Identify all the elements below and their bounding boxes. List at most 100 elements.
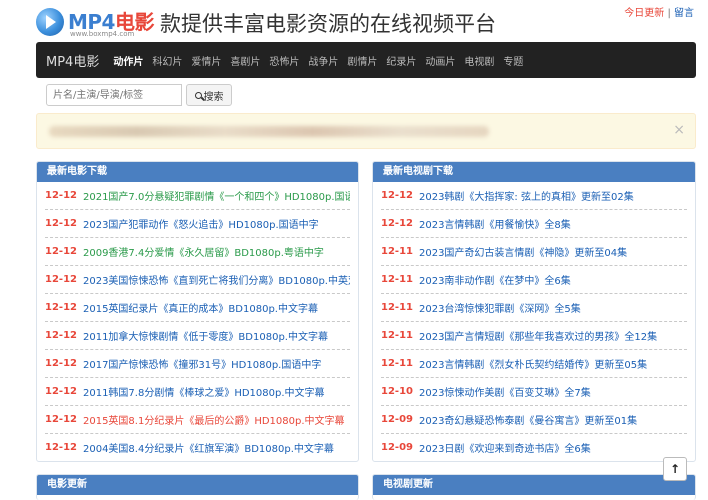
list-item[interactable]: 12-12 2004美国8.4分纪录片《红旗军演》BD1080p.中文字幕 (45, 434, 350, 461)
item-date: 12-12 (45, 386, 77, 397)
item-title-link[interactable]: 2011韩国7.8分剧情《棒球之爱》HD1080p.中文字幕 (83, 384, 325, 399)
list-item[interactable]: 12-09 2023奇幻悬疑恐怖泰剧《曼谷寓言》更新至01集 (381, 406, 687, 434)
nav-item-tv-series[interactable]: 电视剧 (464, 53, 494, 68)
item-date: 12-12 (45, 330, 77, 341)
today-update-link[interactable]: 今日更新 (624, 8, 664, 19)
list-item[interactable]: 12-11 2023国产奇幻古装言情剧《神隐》更新至04集 (381, 238, 687, 266)
nav-item-documentary[interactable]: 纪录片 (386, 53, 416, 68)
item-title-link[interactable]: 2004美国8.4分纪录片《红旗军演》BD1080p.中文字幕 (83, 440, 334, 455)
play-logo-icon (36, 8, 64, 36)
item-date: 12-11 (381, 246, 413, 257)
item-title-link[interactable]: 2023台湾惊悚犯罪剧《深网》全5集 (419, 300, 581, 315)
item-title-link[interactable]: 2015英国纪录片《真正的成本》BD1080p.中文字幕 (83, 300, 318, 315)
latest-tv-panel: 最新电视剧下载 12-12 2023韩剧《大指挥家: 弦上的真相》更新至02集 12… (372, 161, 696, 462)
nav-item-action[interactable]: 动作片 (113, 53, 143, 68)
search-button[interactable]: 搜索 (186, 84, 232, 106)
item-title-link[interactable]: 2023日剧《欢迎来到奇迹书店》全6集 (419, 440, 591, 455)
list-item[interactable]: 12-12 2011韩国7.8分剧情《棒球之爱》HD1080p.中文字幕 (45, 378, 350, 406)
list-item[interactable]: 12-12 2011加拿大惊悚剧情《低于零度》BD1080p.中文字幕 (45, 322, 350, 350)
item-date: 12-12 (45, 218, 77, 229)
top-links-separator: | (667, 8, 671, 19)
item-title-link[interactable]: 2023美国惊悚恐怖《直到死亡将我们分离》BD1080p.中英双字 (83, 272, 350, 287)
main-navbar: MP4电影 动作片 科幻片 爱情片 喜剧片 恐怖片 战争片 剧情片 纪录片 动画… (36, 42, 696, 78)
item-title-link[interactable]: 2023言情韩剧《用餐愉快》全8集 (419, 216, 571, 231)
item-date: 12-11 (381, 302, 413, 313)
site-header: MP4电影 www.boxmp4.com 款提供丰富电影资源的在线视频平台 今日… (0, 0, 708, 42)
item-title-link[interactable]: 2023国产犯罪动作《怒火追击》HD1080p.国语中字 (83, 216, 319, 231)
list-item[interactable]: 12-12 2021国产7.0分悬疑犯罪剧情《一个和四个》HD1080p.国语中字 (45, 182, 350, 210)
item-title-link[interactable]: 2021国产7.0分悬疑犯罪剧情《一个和四个》HD1080p.国语中字 (83, 188, 350, 203)
panel-title: 电视剧更新 (373, 475, 695, 495)
list-item[interactable]: 12-09 2023日剧《欢迎来到奇迹书店》全6集 (381, 434, 687, 461)
item-date: 12-12 (45, 274, 77, 285)
site-logo[interactable]: MP4电影 www.boxmp4.com (36, 6, 158, 38)
notice-blurred-text (49, 126, 489, 137)
list-item[interactable]: 12-11 2023南非动作剧《在梦中》全6集 (381, 266, 687, 294)
list-item[interactable]: 12-12 2015英国8.1分纪录片《最后的公爵》HD1080p.中文字幕 (45, 406, 350, 434)
back-to-top-button[interactable]: ↑ (663, 457, 687, 481)
item-title-link[interactable]: 2023惊悚动作美剧《百变艾琳》全7集 (419, 384, 591, 399)
search-button-label: 搜索 (203, 91, 224, 103)
movie-updates-panel: 电影更新 (36, 474, 359, 500)
tv-updates-panel: 电视剧更新 (372, 474, 696, 500)
item-title-link[interactable]: 2023南非动作剧《在梦中》全6集 (419, 272, 571, 287)
list-item[interactable]: 12-12 2015英国纪录片《真正的成本》BD1080p.中文字幕 (45, 294, 350, 322)
item-title-link[interactable]: 2023韩剧《大指挥家: 弦上的真相》更新至02集 (419, 188, 634, 203)
top-links: 今日更新 | 留言 (624, 4, 694, 19)
item-date: 12-10 (381, 386, 413, 397)
item-date: 12-12 (45, 190, 77, 201)
item-date: 12-09 (381, 442, 413, 453)
list-item[interactable]: 12-10 2023惊悚动作美剧《百变艾琳》全7集 (381, 378, 687, 406)
item-title-link[interactable]: 2023国产言情短剧《那些年我喜欢过的男孩》全12集 (419, 328, 657, 343)
item-title-link[interactable]: 2023国产奇幻古装言情剧《神隐》更新至04集 (419, 244, 627, 259)
nav-brand[interactable]: MP4电影 (46, 51, 99, 70)
item-date: 12-11 (381, 330, 413, 341)
list-item[interactable]: 12-11 2023言情韩剧《烈女朴氏契约结婚传》更新至05集 (381, 350, 687, 378)
list-item[interactable]: 12-12 2017国产惊悚恐怖《撞邪31号》HD1080p.国语中字 (45, 350, 350, 378)
search-icon (194, 91, 202, 99)
site-slogan: 款提供丰富电影资源的在线视频平台 (160, 12, 496, 36)
list-item[interactable]: 12-12 2023言情韩剧《用餐愉快》全8集 (381, 210, 687, 238)
search-input[interactable] (46, 84, 182, 106)
item-title-link[interactable]: 2023奇幻悬疑恐怖泰剧《曼谷寓言》更新至01集 (419, 412, 637, 427)
item-title-link[interactable]: 2023言情韩剧《烈女朴氏契约结婚传》更新至05集 (419, 356, 647, 371)
item-title-link[interactable]: 2017国产惊悚恐怖《撞邪31号》HD1080p.国语中字 (83, 356, 321, 371)
item-date: 12-12 (45, 358, 77, 369)
list-item[interactable]: 12-12 2023美国惊悚恐怖《直到死亡将我们分离》BD1080p.中英双字 (45, 266, 350, 294)
nav-item-topics[interactable]: 专题 (503, 53, 523, 68)
nav-item-scifi[interactable]: 科幻片 (152, 53, 182, 68)
search-bar: 搜索 (46, 84, 232, 106)
notice-banner: × (36, 113, 696, 149)
nav-item-war[interactable]: 战争片 (308, 53, 338, 68)
nav-item-romance[interactable]: 爱情片 (191, 53, 221, 68)
item-date: 12-12 (381, 190, 413, 201)
nav-item-horror[interactable]: 恐怖片 (269, 53, 299, 68)
list-item[interactable]: 12-11 2023台湾惊悚犯罪剧《深网》全5集 (381, 294, 687, 322)
message-link[interactable]: 留言 (674, 8, 694, 19)
item-title-link[interactable]: 2009香港7.4分爱情《永久居留》BD1080p.粤语中字 (83, 244, 324, 259)
list-item[interactable]: 12-11 2023国产言情短剧《那些年我喜欢过的男孩》全12集 (381, 322, 687, 350)
latest-movies-panel: 最新电影下载 12-12 2021国产7.0分悬疑犯罪剧情《一个和四个》HD108… (36, 161, 359, 462)
item-date: 12-12 (45, 414, 77, 425)
item-date: 12-09 (381, 414, 413, 425)
item-title-link[interactable]: 2015英国8.1分纪录片《最后的公爵》HD1080p.中文字幕 (83, 412, 345, 427)
list-item[interactable]: 12-12 2023国产犯罪动作《怒火追击》HD1080p.国语中字 (45, 210, 350, 238)
panel-title: 电影更新 (37, 475, 358, 495)
list-item[interactable]: 12-12 2009香港7.4分爱情《永久居留》BD1080p.粤语中字 (45, 238, 350, 266)
panel-title: 最新电视剧下载 (373, 162, 695, 182)
panel-title: 最新电影下载 (37, 162, 358, 182)
item-date: 12-12 (45, 246, 77, 257)
close-icon[interactable]: × (673, 122, 685, 138)
item-date: 12-12 (45, 302, 77, 313)
item-date: 12-12 (45, 442, 77, 453)
nav-item-drama[interactable]: 剧情片 (347, 53, 377, 68)
item-date: 12-11 (381, 358, 413, 369)
list-item[interactable]: 12-12 2023韩剧《大指挥家: 弦上的真相》更新至02集 (381, 182, 687, 210)
logo-url: www.boxmp4.com (70, 30, 135, 38)
item-date: 12-12 (381, 218, 413, 229)
arrow-up-icon: ↑ (669, 462, 681, 476)
item-title-link[interactable]: 2011加拿大惊悚剧情《低于零度》BD1080p.中文字幕 (83, 328, 328, 343)
nav-item-animation[interactable]: 动画片 (425, 53, 455, 68)
item-date: 12-11 (381, 274, 413, 285)
nav-item-comedy[interactable]: 喜剧片 (230, 53, 260, 68)
